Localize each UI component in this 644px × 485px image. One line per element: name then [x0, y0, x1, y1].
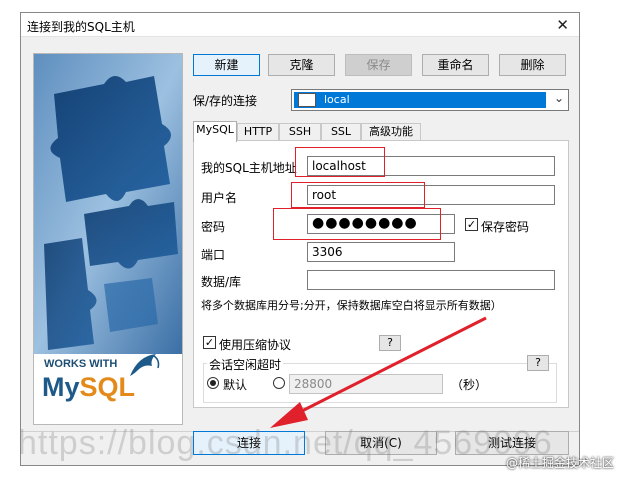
window-title: 连接到我的SQL主机 [27, 20, 135, 34]
dolphin-icon [130, 354, 160, 376]
chevron-down-icon[interactable]: ⌄ [554, 91, 564, 105]
saved-connection-value: local [324, 93, 350, 106]
clone-button[interactable]: 克隆 [268, 54, 335, 76]
new-button[interactable]: 新建 [193, 54, 260, 76]
test-connection-button[interactable]: 测试连接 [455, 431, 569, 455]
timeout-help-button[interactable]: ? [527, 355, 549, 371]
tab-mysql[interactable]: MySQL [193, 121, 237, 142]
connection-color-swatch [298, 93, 316, 107]
title-bar: 连接到我的SQL主机 ✕ [21, 13, 579, 37]
delete-button[interactable]: 删除 [499, 54, 566, 76]
saved-connection-select[interactable]: local ⌄ [291, 89, 569, 111]
save-button[interactable]: 保存 [345, 54, 412, 76]
close-icon[interactable]: ✕ [556, 16, 569, 34]
tab-ssl[interactable]: SSL [321, 123, 361, 141]
connection-dialog: 连接到我的SQL主机 ✕ WORKS WITH MySQL 新建 克隆 保存 重… [20, 12, 580, 466]
timeout-default-radio[interactable] [207, 377, 219, 389]
database-hint: 将多个数据库用分号;分开，保持数据库空白将显示所有数据） [201, 299, 502, 312]
host-label: 我的SQL主机地址 [201, 161, 297, 175]
tab-http[interactable]: HTTP [237, 123, 279, 141]
puzzle-banner-image: WORKS WITH MySQL [33, 53, 183, 425]
logo-sql-text: SQL [79, 372, 136, 402]
logo-my-text: My [42, 372, 80, 402]
port-input[interactable]: 3306 [307, 242, 455, 262]
seconds-label: （秒） [451, 378, 488, 392]
database-input[interactable] [307, 270, 555, 290]
saved-connection-label: 保/存的连接 [193, 94, 258, 108]
port-label: 端口 [201, 248, 226, 262]
password-label: 密码 [201, 220, 226, 234]
cancel-button[interactable]: 取消(C) [325, 431, 437, 455]
mysql-logo: MySQL [42, 354, 160, 403]
compression-label: 使用压缩协议 [219, 338, 292, 352]
connect-button[interactable]: 连接 [193, 431, 305, 455]
tab-advanced[interactable]: 高级功能 [361, 123, 421, 141]
timeout-input[interactable]: 28800 [289, 374, 443, 394]
rename-button[interactable]: 重命名 [422, 54, 489, 76]
tab-ssh[interactable]: SSH [279, 123, 321, 141]
timeout-default-label: 默认 [223, 378, 248, 392]
compression-checkbox[interactable]: ✓ [203, 336, 216, 349]
selected-connection: local [294, 92, 546, 108]
timeout-custom-radio[interactable] [273, 377, 285, 389]
password-input[interactable]: ●●●●●●●● [307, 214, 455, 234]
radio-selected-dot [210, 380, 216, 386]
works-with-text: WORKS WITH [44, 358, 118, 370]
timeout-group-label: 会话空闲超时 [207, 356, 284, 373]
puzzle-illustration [34, 54, 182, 354]
save-password-label: 保存密码 [481, 220, 530, 234]
compression-help-button[interactable]: ? [379, 335, 401, 351]
host-input[interactable]: localhost [307, 156, 555, 176]
save-password-checkbox[interactable]: ✓ [465, 218, 478, 231]
user-input[interactable]: root [307, 185, 555, 205]
database-label: 数据/库 [201, 275, 242, 289]
user-label: 用户名 [201, 191, 238, 205]
